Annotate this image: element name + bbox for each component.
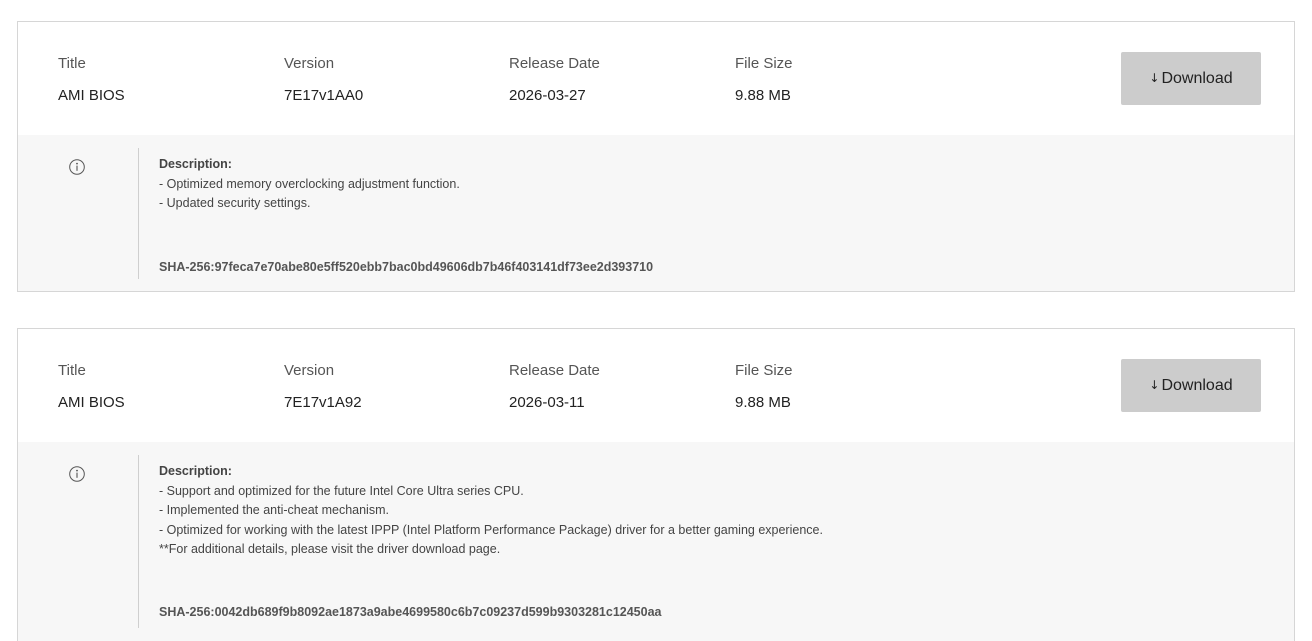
download-button-label: Download bbox=[1161, 376, 1233, 394]
file-size-label: File Size bbox=[735, 362, 793, 379]
title-column: Title AMI BIOS bbox=[58, 362, 125, 412]
version-value: 7E17v1AA0 bbox=[284, 87, 364, 104]
release-date-value: 2026-03-11 bbox=[509, 394, 585, 411]
version-value: 7E17v1A92 bbox=[284, 394, 362, 411]
sha256-hash: SHA-256:0042db689f9b8092ae1873a9abe46995… bbox=[159, 605, 662, 619]
version-column: Version 7E17v1A92 bbox=[284, 362, 362, 412]
release-date-label: Release Date bbox=[509, 362, 600, 379]
description-line: - Support and optimized for the future I… bbox=[159, 483, 524, 498]
divider bbox=[138, 455, 139, 628]
file-size-value: 9.88 MB bbox=[735, 87, 791, 104]
download-button[interactable]: ↓ Download bbox=[1121, 359, 1261, 412]
download-button[interactable]: ↓ Download bbox=[1121, 52, 1261, 105]
release-summary: Title AMI BIOS Version 7E17v1AA0 Release… bbox=[18, 22, 1294, 135]
download-button-label: Download bbox=[1161, 69, 1233, 87]
release-details: Description: - Optimized memory overcloc… bbox=[18, 135, 1294, 291]
bios-release-card: Title AMI BIOS Version 7E17v1AA0 Release… bbox=[17, 21, 1295, 292]
sha256-hash: SHA-256:97feca7e70abe80e5ff520ebb7bac0bd… bbox=[159, 260, 654, 274]
bios-release-card: Title AMI BIOS Version 7E17v1A92 Release… bbox=[17, 328, 1295, 641]
file-size-value: 9.88 MB bbox=[735, 394, 791, 411]
file-size-label: File Size bbox=[735, 55, 793, 72]
title-value: AMI BIOS bbox=[58, 87, 125, 104]
description-line: - Optimized memory overclocking adjustme… bbox=[159, 176, 460, 191]
info-circle-icon bbox=[69, 159, 85, 175]
description-line: - Optimized for working with the latest … bbox=[159, 522, 823, 537]
release-date-value: 2026-03-27 bbox=[509, 87, 586, 104]
description-line: - Updated security settings. bbox=[159, 196, 311, 210]
release-summary: Title AMI BIOS Version 7E17v1A92 Release… bbox=[18, 329, 1294, 442]
version-label: Version bbox=[284, 362, 335, 379]
divider bbox=[138, 148, 139, 279]
release-date-column: Release Date 2026-03-27 bbox=[509, 55, 600, 105]
title-column: Title AMI BIOS bbox=[58, 55, 125, 105]
version-column: Version 7E17v1AA0 bbox=[284, 55, 363, 105]
title-value: AMI BIOS bbox=[58, 394, 125, 411]
description-line: - Implemented the anti-cheat mechanism. bbox=[159, 503, 389, 517]
down-arrow-icon: ↓ bbox=[1149, 70, 1160, 85]
description-label: Description: bbox=[159, 464, 232, 478]
release-date-column: Release Date 2026-03-11 bbox=[509, 362, 600, 412]
description: Description: - Optimized memory overcloc… bbox=[159, 155, 460, 214]
title-label: Title bbox=[58, 55, 86, 72]
description-label: Description: bbox=[159, 157, 232, 171]
release-details: Description: - Support and optimized for… bbox=[18, 442, 1294, 641]
description-line: **For additional details, please visit t… bbox=[159, 542, 501, 556]
file-size-column: File Size 9.88 MB bbox=[735, 55, 793, 105]
description: Description: - Support and optimized for… bbox=[159, 462, 823, 560]
info-circle-icon bbox=[69, 466, 85, 482]
title-label: Title bbox=[58, 362, 86, 379]
release-date-label: Release Date bbox=[509, 55, 600, 72]
file-size-column: File Size 9.88 MB bbox=[735, 362, 793, 412]
down-arrow-icon: ↓ bbox=[1149, 377, 1160, 392]
version-label: Version bbox=[284, 55, 335, 72]
